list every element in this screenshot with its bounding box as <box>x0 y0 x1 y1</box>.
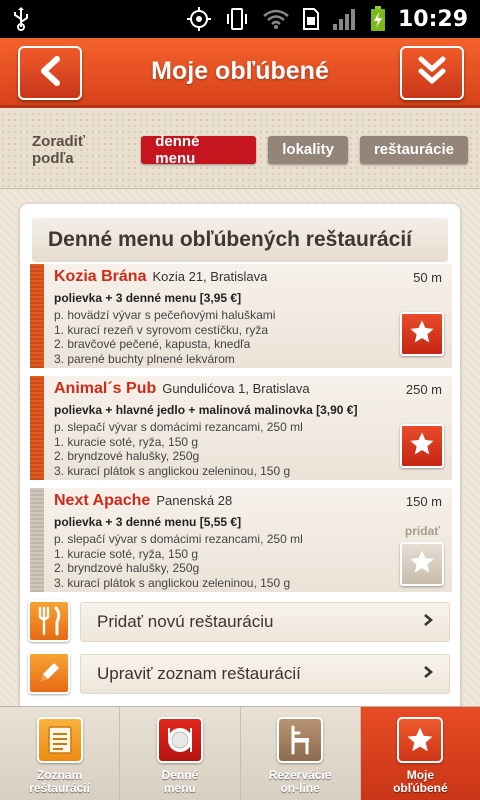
edit-list-button[interactable]: Upraviť zoznam reštaurácií <box>80 654 450 694</box>
app-header: Moje obľúbené <box>0 38 480 108</box>
restaurant-stripe <box>30 488 44 592</box>
star-icon <box>397 717 444 763</box>
chair-icon <box>277 717 324 763</box>
menu-line: 3. parené buchty plnené lekvárom <box>54 351 235 366</box>
plate-icon <box>156 717 203 763</box>
restaurant-name: Next Apache Panenská 28 <box>54 492 233 509</box>
chevron-right-icon <box>423 665 434 684</box>
chevron-left-icon <box>37 55 63 91</box>
menu-line: 1. kurací rezeň v syrovom cestíčku, ryža <box>54 322 269 337</box>
add-favorite-label: pridať <box>404 524 440 538</box>
restaurant-name: Animal´s Pub Gundulićova 1, Bratislava <box>54 380 310 397</box>
menu-line: 2. bryndzové halušky, 250g <box>54 449 200 463</box>
menu-button[interactable] <box>400 46 464 100</box>
sort-restaurant-button[interactable]: reštaurácie <box>359 135 468 164</box>
favorites-card: Denné menu obľúbených reštaurácií Kozia … <box>20 204 460 724</box>
content-area[interactable]: Denné menu obľúbených reštaurácií Kozia … <box>0 190 480 724</box>
sort-bar: Zoradiť podľa denné menu lokality reštau… <box>0 111 480 189</box>
tab-label-line: obľúbené <box>393 781 448 795</box>
sort-label: Zoradiť podľa <box>32 132 86 167</box>
menu-line: 1. kuracie soté, ryža, 150 g <box>54 434 199 449</box>
page-title: Moje obľúbené <box>151 57 329 85</box>
tab-label-line: on-line <box>280 781 320 795</box>
favorite-toggle-button[interactable] <box>400 424 444 468</box>
menu-line: p. slepačí vývar s domácimi rezancami, 2… <box>54 420 303 434</box>
edit-list-label: Upraviť zoznam reštaurácií <box>97 664 301 683</box>
restaurant-distance: 150 m <box>405 494 442 509</box>
restaurant-distance: 250 m <box>405 382 442 397</box>
bottom-tab-bar: Zoznam reštaurácií Denné menu Rezervácie… <box>0 706 480 800</box>
tab-restaurant-list[interactable]: Zoznam reštaurácií <box>0 707 121 800</box>
sim-icon <box>302 7 320 31</box>
menu-line: 2. bryndzové halušky, 250g <box>54 561 200 575</box>
tab-label-line: reštaurácií <box>29 781 90 795</box>
tab-reservations[interactable]: Rezervácie on-line <box>241 707 361 800</box>
restaurant-stripe <box>30 264 44 368</box>
restaurant-item[interactable]: Animal´s Pub Gundulićova 1, Bratislava 25… <box>30 376 452 480</box>
battery-charging-icon <box>370 6 386 32</box>
add-favorite-button[interactable] <box>400 542 444 586</box>
sort-location-button[interactable]: lokality <box>268 135 348 164</box>
add-restaurant-row[interactable]: Pridať novú reštauráciu <box>28 600 452 646</box>
signal-icon <box>332 7 358 31</box>
menu-line: 2. bravčové pečené, kapusta, knedľa <box>54 337 251 351</box>
card-title: Denné menu obľúbených reštaurácií <box>32 218 448 262</box>
back-button[interactable] <box>18 46 82 100</box>
chevron-right-icon <box>423 613 434 632</box>
usb-icon <box>12 7 30 31</box>
menu-line: 1. kuracie soté, ryža, 150 g <box>54 546 199 561</box>
menu-line: 3. kurací plátok s anglickou zeleninou, … <box>54 463 291 478</box>
wifi-icon <box>262 8 290 30</box>
sort-daily-menu-button[interactable]: denné menu <box>141 133 257 167</box>
menu-headline: polievka + 3 denné menu [3,95 €] <box>54 291 242 305</box>
menu-headline: polievka + hlavné jedlo + malinová malin… <box>54 403 358 417</box>
favorite-toggle-button[interactable] <box>400 312 444 356</box>
restaurant-item[interactable]: Next Apache Panenská 28 150 m polievka + … <box>30 488 452 592</box>
restaurant-address: Kozia 21, Bratislava <box>152 269 268 284</box>
tab-daily-menu[interactable]: Denné menu <box>120 707 241 800</box>
menu-line: 3. kurací plátok s anglickou zeleninou, … <box>54 575 291 590</box>
menu-line: p. hovädzí vývar s pečeňovými haluškami <box>54 308 276 322</box>
star-icon <box>408 318 436 351</box>
restaurant-name: Kozia Brána Kozia 21, Bratislava <box>54 268 268 285</box>
restaurant-address: Gundulićova 1, Bratislava <box>162 381 310 396</box>
tab-my-favorites[interactable]: Moje obľúbené <box>360 707 480 800</box>
status-time: 10:29 <box>397 6 468 32</box>
menu-line: p. slepačí vývar s domácimi rezancami, 2… <box>54 532 303 546</box>
edit-list-row[interactable]: Upraviť zoznam reštaurácií <box>28 652 452 698</box>
list-icon <box>36 717 83 763</box>
fork-knife-icon <box>28 600 70 642</box>
add-restaurant-label: Pridať novú reštauráciu <box>97 612 274 631</box>
tab-label-line: menu <box>163 781 196 795</box>
restaurant-item[interactable]: Kozia Brána Kozia 21, Bratislava 50 m pol… <box>30 264 452 368</box>
gps-icon <box>186 6 212 32</box>
restaurant-stripe <box>30 376 44 480</box>
double-chevron-down-icon <box>417 55 447 92</box>
add-restaurant-button[interactable]: Pridať novú reštauráciu <box>80 602 450 642</box>
vibrate-icon <box>224 6 250 32</box>
status-bar: 10:29 <box>0 0 480 38</box>
star-icon <box>408 430 436 463</box>
restaurant-address: Panenská 28 <box>156 493 233 508</box>
star-icon <box>408 548 436 581</box>
restaurant-distance: 50 m <box>413 270 442 285</box>
pencil-icon <box>28 652 70 694</box>
menu-headline: polievka + 3 denné menu [5,55 €] <box>54 515 242 529</box>
